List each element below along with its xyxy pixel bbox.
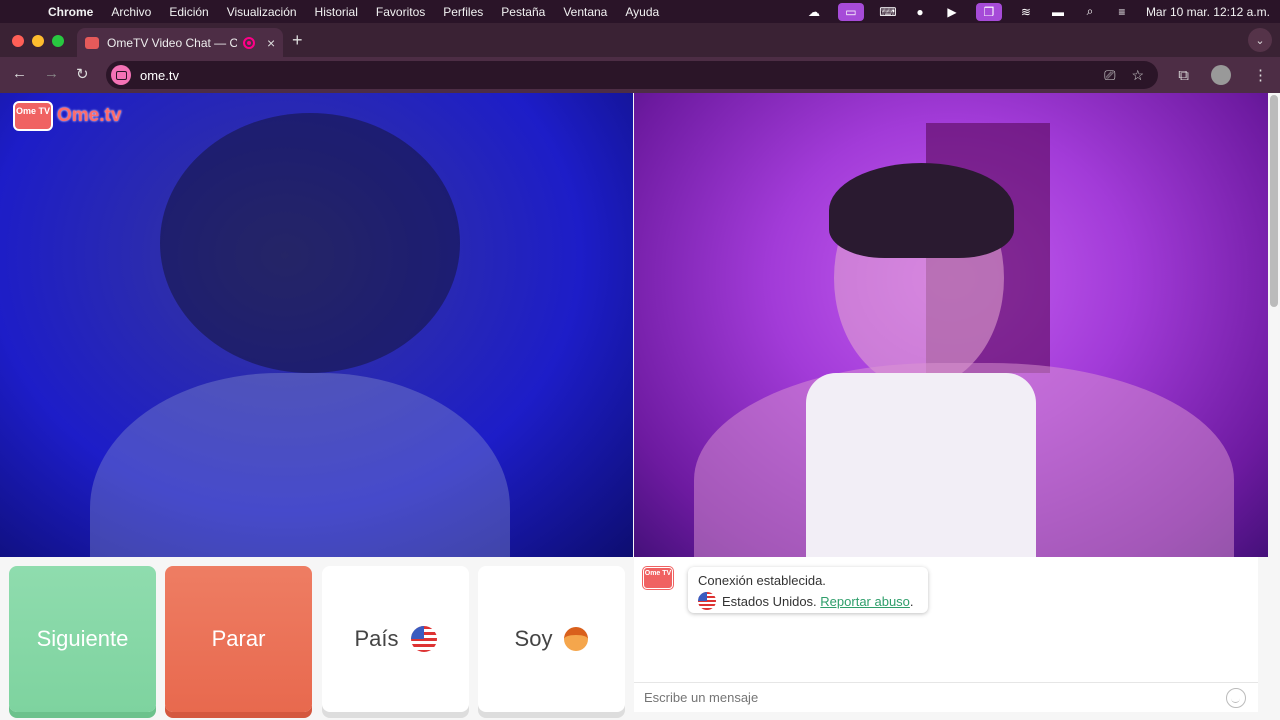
minimize-window-button[interactable]	[32, 35, 44, 47]
spotlight-search-icon[interactable]: ⌕	[1082, 4, 1098, 19]
chat-panel: Ome TV Conexión establecida. Estados Uni…	[634, 557, 1258, 712]
extensions-icon[interactable]: ⧉	[1178, 67, 1189, 84]
message-input[interactable]	[644, 690, 1204, 705]
partner-country: Estados Unidos.	[722, 593, 817, 609]
self-tank-top	[806, 373, 1036, 557]
menu-ventana[interactable]: Ventana	[563, 5, 607, 19]
site-camera-icon[interactable]	[111, 65, 131, 85]
self-video	[634, 93, 1268, 557]
bookmark-star-icon[interactable]: ☆	[1131, 67, 1144, 84]
menu-historial[interactable]: Historial	[315, 5, 358, 19]
control-center-icon[interactable]: ≡	[1114, 5, 1130, 19]
emoji-picker-icon[interactable]	[1226, 688, 1246, 708]
menu-edicion[interactable]: Edición	[169, 5, 208, 19]
us-flag-small-icon	[698, 592, 716, 610]
menu-pestana[interactable]: Pestaña	[501, 5, 545, 19]
zoom-window-button[interactable]	[52, 35, 64, 47]
chrome-toolbar: ← → ↻ ome.tv ⎚ ☆ ⧉ ⋮	[0, 57, 1280, 93]
menu-bar-clock[interactable]: Mar 10 mar. 12:12 a.m.	[1146, 5, 1270, 19]
chrome-tab-bar: OmeTV Video Chat — Om × + ⌄	[0, 23, 1280, 57]
page-scrollbar[interactable]	[1270, 95, 1278, 307]
menu-visualizacion[interactable]: Visualización	[227, 5, 297, 19]
us-flag-icon	[410, 626, 437, 652]
url-text[interactable]: ome.tv	[140, 68, 179, 83]
country-button-label: País	[354, 626, 399, 651]
stranger-silhouette	[160, 113, 460, 373]
tab-ometv[interactable]: OmeTV Video Chat — Om ×	[77, 28, 283, 57]
recording-indicator-icon	[243, 36, 255, 49]
ometv-favicon-icon	[85, 36, 99, 49]
keyboard-icon[interactable]: ⌨	[879, 5, 896, 19]
tab-title: OmeTV Video Chat — Om	[107, 35, 237, 50]
menu-ayuda[interactable]: Ayuda	[625, 5, 659, 19]
report-abuse-link[interactable]: Reportar abuso	[820, 594, 910, 609]
reload-icon[interactable]: ↻	[76, 65, 89, 83]
screen-share-icon[interactable]: ▭	[837, 2, 864, 21]
close-window-button[interactable]	[12, 35, 24, 47]
play-icon[interactable]: ▶	[944, 5, 960, 19]
profile-avatar[interactable]	[1211, 65, 1231, 85]
creative-cloud-icon[interactable]: ☁	[806, 5, 822, 19]
battery-icon[interactable]: ▬	[1050, 5, 1066, 19]
chat-input-bar	[634, 682, 1258, 712]
stage-manager-icon[interactable]: ❐	[975, 2, 1002, 21]
wifi-icon[interactable]: ≋	[1018, 5, 1034, 19]
new-tab-icon[interactable]: +	[292, 30, 303, 51]
back-icon[interactable]: ←	[12, 65, 27, 82]
menu-app-chrome[interactable]: Chrome	[48, 5, 93, 19]
next-button-label: Siguiente	[36, 626, 129, 651]
connection-status: Conexión establecida.	[698, 573, 826, 588]
chrome-menu-icon[interactable]: ⋮	[1253, 66, 1268, 84]
user-icon[interactable]: ●	[912, 5, 928, 19]
gender-button-label: Soy	[514, 626, 553, 651]
cast-icon[interactable]: ⎚	[1104, 67, 1115, 84]
menu-favoritos[interactable]: Favoritos	[376, 5, 425, 19]
stranger-video: Ome TV Ome.tv	[0, 93, 633, 557]
gender-select-button[interactable]: Soy	[478, 566, 625, 712]
country-filter-button[interactable]: País	[322, 566, 469, 712]
stop-button-label: Parar	[211, 626, 266, 651]
tab-search-chevron-icon[interactable]: ⌄	[1248, 28, 1272, 52]
ometv-page: Ome TV Ome.tv Siguiente Parar País Soy O…	[0, 93, 1280, 720]
ometv-logo-text: Ome.tv	[57, 105, 122, 126]
ometv-logo[interactable]: Ome TV Ome.tv	[13, 101, 121, 131]
boy-emoji-icon	[564, 627, 589, 651]
report-suffix: .	[909, 593, 914, 609]
stranger-body	[90, 373, 510, 557]
next-button[interactable]: Siguiente	[9, 566, 156, 712]
self-hair	[829, 163, 1014, 258]
forward-icon[interactable]: →	[44, 65, 59, 82]
system-message-bubble: Conexión establecida. Estados Unidos. Re…	[688, 567, 928, 613]
close-tab-icon[interactable]: ×	[267, 35, 275, 51]
macos-menu-bar: Chrome Archivo Edición Visualización His…	[0, 0, 1280, 23]
address-bar[interactable]: ome.tv ⎚ ☆	[106, 61, 1158, 89]
ometv-logo-badge: Ome TV	[13, 101, 53, 131]
stop-button[interactable]: Parar	[165, 566, 312, 712]
chat-ometv-logo-icon: Ome TV	[643, 567, 673, 589]
menu-perfiles[interactable]: Perfiles	[443, 5, 483, 19]
menu-archivo[interactable]: Archivo	[111, 5, 151, 19]
